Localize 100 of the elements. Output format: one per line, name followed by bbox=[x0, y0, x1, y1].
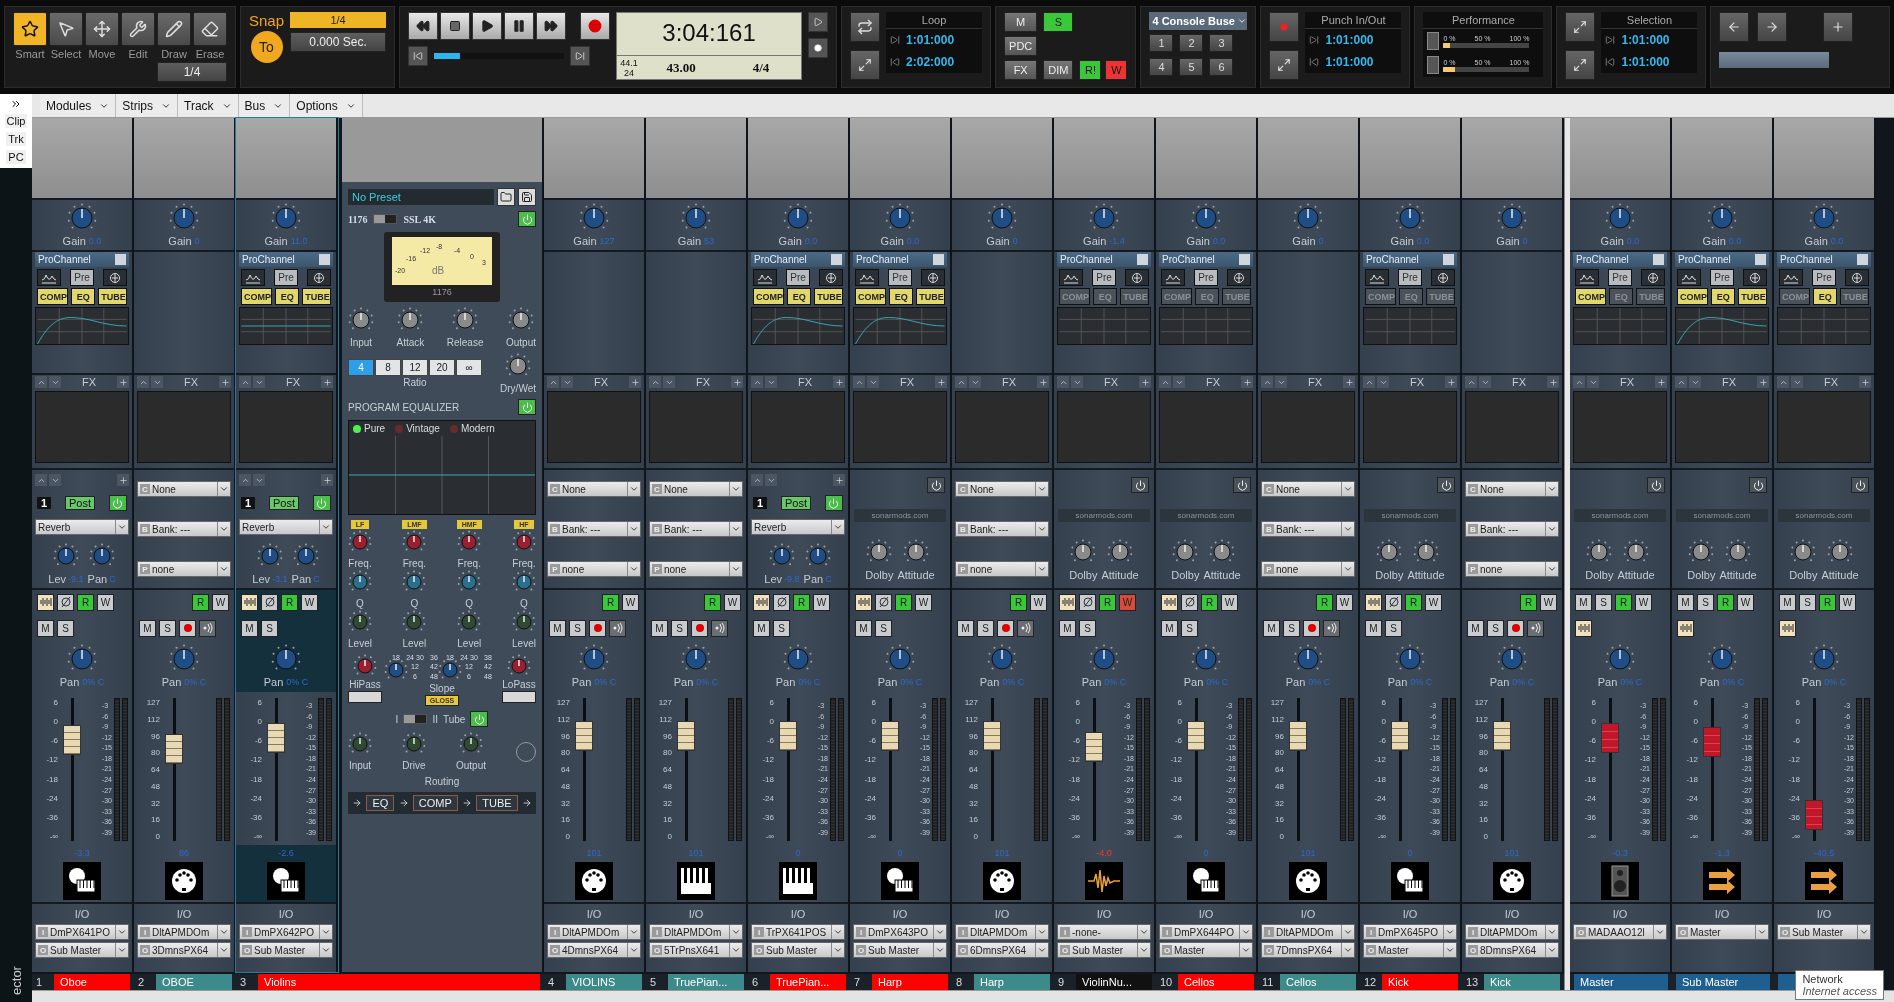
mix-button[interactable]: M bbox=[1004, 12, 1038, 32]
routing-module[interactable]: TUBE bbox=[476, 795, 518, 811]
solo-button[interactable]: S bbox=[1283, 619, 1300, 637]
power-button[interactable] bbox=[109, 495, 127, 511]
power-button[interactable] bbox=[518, 399, 536, 415]
tool-button[interactable] bbox=[13, 12, 47, 46]
tempo-value[interactable]: 43.00 bbox=[641, 59, 722, 76]
pause-button[interactable] bbox=[504, 12, 535, 40]
instrument-dropdown[interactable]: B Bank: --- bbox=[547, 521, 641, 537]
add-button[interactable] bbox=[117, 376, 129, 388]
module-button[interactable]: COMP bbox=[753, 288, 785, 305]
snap-to-button[interactable]: To bbox=[250, 31, 283, 63]
input-dropdown[interactable]: I DmPX645PO bbox=[1363, 924, 1457, 940]
output-dropdown[interactable]: O Sub Master bbox=[751, 942, 845, 958]
read-button[interactable]: R bbox=[281, 593, 298, 611]
eq-button[interactable] bbox=[1575, 269, 1599, 286]
tube-button[interactable] bbox=[103, 269, 127, 286]
fader-thumb[interactable] bbox=[1493, 720, 1511, 751]
instrument-dropdown[interactable]: P none bbox=[955, 561, 1049, 577]
mute-button[interactable]: M bbox=[1059, 619, 1076, 637]
pre-button[interactable]: Pre bbox=[274, 269, 298, 286]
eq-button[interactable] bbox=[1365, 269, 1389, 286]
solo-button[interactable]: S bbox=[977, 619, 994, 637]
strip-button[interactable]: W bbox=[1839, 593, 1856, 611]
output-dropdown[interactable]: O 7DmnsPX64 bbox=[1261, 942, 1355, 958]
tube-button[interactable] bbox=[1845, 269, 1869, 286]
move-up-button[interactable] bbox=[1573, 376, 1585, 388]
menu-item[interactable]: Track bbox=[178, 94, 239, 117]
nudge-right-button[interactable] bbox=[1757, 12, 1788, 42]
move-down-button[interactable] bbox=[49, 376, 61, 388]
post-button[interactable]: Post bbox=[781, 496, 811, 510]
move-up-button[interactable] bbox=[547, 376, 559, 388]
arm-button[interactable] bbox=[753, 593, 770, 611]
pre-button[interactable]: Pre bbox=[1398, 269, 1422, 286]
instrument-dropdown[interactable]: C None bbox=[137, 481, 231, 497]
tool-button[interactable] bbox=[193, 12, 227, 46]
eq-button[interactable] bbox=[1059, 269, 1083, 286]
tube-button[interactable] bbox=[1125, 269, 1149, 286]
prochannel-header[interactable]: ProChannel bbox=[1363, 252, 1457, 267]
fader-thumb[interactable] bbox=[1085, 731, 1103, 762]
input-dropdown[interactable]: I DmPX643PO bbox=[853, 924, 947, 940]
prochannel-header[interactable]: ProChannel bbox=[751, 252, 845, 267]
add-button[interactable] bbox=[833, 474, 845, 486]
strip-button[interactable]: W bbox=[1737, 593, 1754, 611]
input-dropdown[interactable]: I DltAPMDOm bbox=[649, 924, 743, 940]
track-name[interactable]: VIOLINS bbox=[566, 974, 642, 990]
move-up-button[interactable] bbox=[1675, 376, 1687, 388]
tool-button[interactable] bbox=[157, 12, 191, 46]
move-down-button[interactable] bbox=[1173, 376, 1185, 388]
mute-button[interactable]: M bbox=[549, 619, 566, 637]
move-up-button[interactable] bbox=[35, 376, 47, 388]
arm-button[interactable] bbox=[1779, 619, 1796, 637]
arm-button[interactable] bbox=[1365, 593, 1382, 611]
menu-item[interactable]: Modules bbox=[40, 94, 117, 117]
module-button[interactable]: TUBE bbox=[814, 288, 843, 305]
phase-button[interactable] bbox=[1385, 593, 1402, 611]
arm-button[interactable] bbox=[1575, 619, 1592, 637]
mute-button[interactable]: M bbox=[1467, 619, 1484, 637]
move-down-button[interactable] bbox=[1275, 376, 1287, 388]
input-dropdown[interactable]: I DmPX641PO bbox=[35, 924, 129, 940]
mute-button[interactable]: M bbox=[241, 619, 258, 637]
output-dropdown[interactable]: O Sub Master bbox=[1057, 942, 1151, 958]
selection-end-button[interactable] bbox=[1565, 50, 1596, 80]
add-button[interactable] bbox=[1823, 12, 1854, 42]
solo-button[interactable]: S bbox=[773, 619, 790, 637]
power-button[interactable] bbox=[1131, 477, 1149, 494]
eq-button[interactable] bbox=[37, 269, 61, 286]
track-name[interactable]: Kick bbox=[1382, 974, 1458, 990]
power-button[interactable] bbox=[1647, 477, 1665, 494]
add-button[interactable] bbox=[1547, 376, 1559, 388]
mute-button[interactable]: M bbox=[651, 619, 668, 637]
power-button[interactable] bbox=[1233, 477, 1251, 494]
prochannel-header[interactable]: ProChannel bbox=[853, 252, 947, 267]
time-value[interactable]: 1:01:000 bbox=[906, 33, 955, 47]
bus-number-button[interactable]: 1 bbox=[1149, 34, 1174, 52]
write-button[interactable]: W bbox=[1425, 593, 1442, 611]
strip-button[interactable]: R bbox=[1615, 593, 1632, 611]
phase-button[interactable] bbox=[57, 593, 74, 611]
punch-button[interactable] bbox=[1269, 12, 1300, 42]
eq-button[interactable] bbox=[1779, 269, 1803, 286]
move-up-button[interactable] bbox=[751, 474, 763, 486]
eq-button[interactable] bbox=[753, 269, 777, 286]
output-dropdown[interactable]: O 8DmnsPX64 bbox=[1465, 942, 1559, 958]
module-button[interactable]: EQ bbox=[889, 288, 914, 305]
module-button[interactable]: TUBE bbox=[1738, 288, 1767, 305]
eq-button[interactable] bbox=[1677, 269, 1701, 286]
output-dropdown[interactable]: O 6DmnsPX64 bbox=[955, 942, 1049, 958]
fader-thumb[interactable] bbox=[1703, 727, 1721, 758]
preset-field[interactable]: No Preset bbox=[348, 189, 494, 205]
output-dropdown[interactable]: O 5TrPnsX641 bbox=[649, 942, 743, 958]
track-name[interactable]: TruePian... bbox=[668, 974, 744, 990]
input-dropdown[interactable]: I TrPX641POS bbox=[751, 924, 845, 940]
add-button[interactable] bbox=[629, 376, 641, 388]
write-button[interactable]: W bbox=[1030, 593, 1047, 611]
move-down-button[interactable] bbox=[1479, 376, 1491, 388]
side-tab[interactable]: Trk bbox=[6, 132, 26, 146]
tube-button[interactable] bbox=[921, 269, 945, 286]
arm-button[interactable] bbox=[1161, 593, 1178, 611]
instrument-dropdown[interactable]: P none bbox=[547, 561, 641, 577]
fit-button[interactable] bbox=[1269, 50, 1300, 80]
